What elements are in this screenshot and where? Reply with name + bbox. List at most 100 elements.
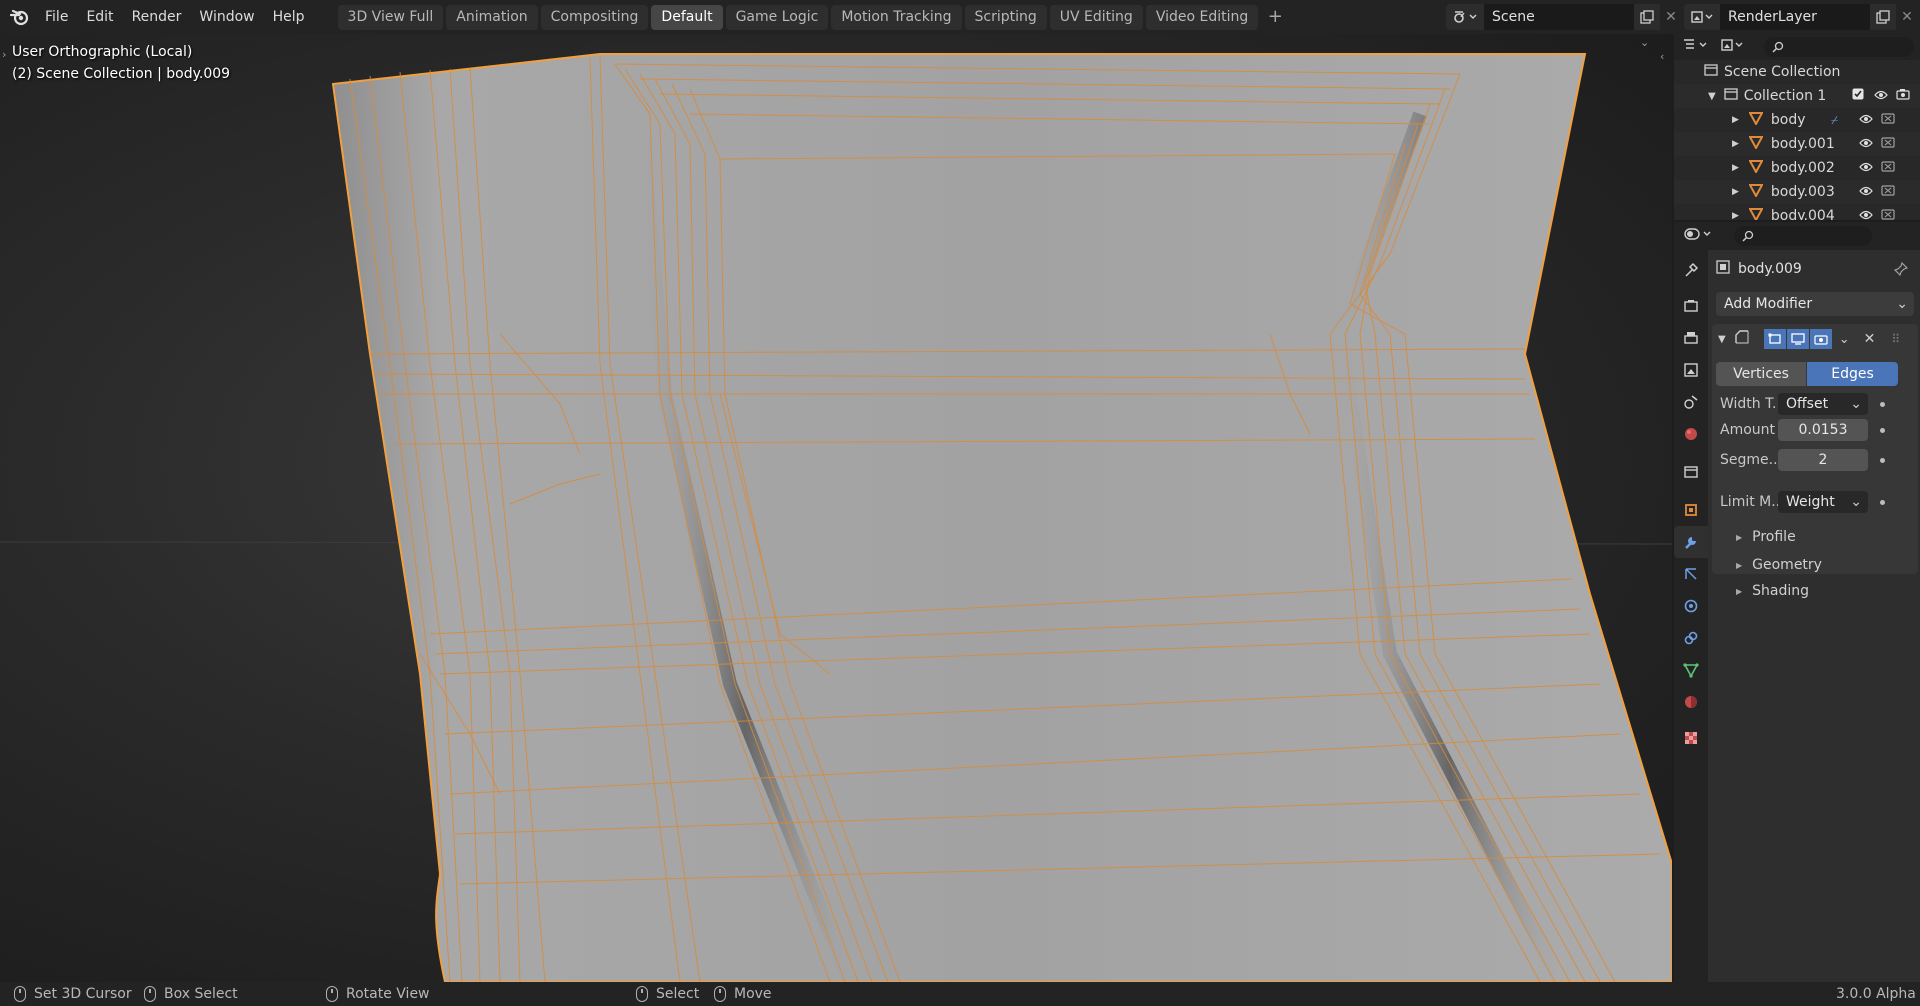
mesh-object[interactable] xyxy=(0,34,1672,982)
scene-name-field[interactable]: Scene xyxy=(1484,4,1634,30)
texture-tab-icon[interactable] xyxy=(1674,722,1708,754)
menu-render[interactable]: Render xyxy=(123,0,191,34)
camera-disabled-icon[interactable] xyxy=(1881,136,1895,152)
sidebar-toggle-icon[interactable]: ‹ xyxy=(1660,50,1664,63)
outliner-search-input[interactable] xyxy=(1764,37,1914,57)
collapse-arrow-icon[interactable]: ▼ xyxy=(1718,334,1726,345)
view-layer-tab-icon[interactable] xyxy=(1674,354,1708,386)
outliner-editor-type-icon[interactable] xyxy=(1682,37,1714,57)
camera-icon[interactable] xyxy=(1896,88,1910,104)
width-type-dropdown[interactable]: Offset ⌄ xyxy=(1778,393,1868,415)
keyframe-dot-icon[interactable] xyxy=(1880,401,1885,407)
tab-uv-editing[interactable]: UV Editing xyxy=(1049,4,1143,30)
modifier-menu-chevron-icon[interactable]: ⌄ xyxy=(1839,332,1850,347)
render-layer-browse-icon[interactable] xyxy=(1684,4,1720,30)
scene-tab-icon[interactable] xyxy=(1674,386,1708,418)
exclude-checkbox[interactable] xyxy=(1852,88,1864,104)
viewport-toggle-icon[interactable] xyxy=(1786,329,1809,349)
tab-game-logic[interactable]: Game Logic xyxy=(725,4,829,30)
new-scene-icon[interactable] xyxy=(1634,4,1660,30)
affect-vertices-button[interactable]: Vertices xyxy=(1716,362,1806,386)
menu-file[interactable]: File xyxy=(36,0,77,34)
world-tab-icon[interactable] xyxy=(1674,418,1708,450)
outliner-row-object[interactable]: ▶ body.003 xyxy=(1674,180,1920,204)
eye-icon[interactable] xyxy=(1859,184,1873,200)
outliner-row-object[interactable]: ▶ body.004 xyxy=(1674,204,1920,220)
eye-icon[interactable] xyxy=(1859,112,1873,128)
add-modifier-dropdown[interactable]: Add Modifier ⌄ xyxy=(1716,292,1914,316)
blender-logo-icon[interactable] xyxy=(4,0,36,34)
tab-3d-view-full[interactable]: 3D View Full xyxy=(337,4,444,30)
tab-default[interactable]: Default xyxy=(651,4,723,30)
camera-disabled-icon[interactable] xyxy=(1881,112,1895,128)
profile-subpanel[interactable]: ▶ Profile xyxy=(1736,526,1796,548)
properties-search-input[interactable] xyxy=(1734,226,1872,246)
tab-compositing[interactable]: Compositing xyxy=(540,4,649,30)
tab-scripting[interactable]: Scripting xyxy=(964,4,1047,30)
collection-tab-icon[interactable] xyxy=(1674,456,1708,488)
3d-viewport[interactable]: User Orthographic (Local) (2) Scene Coll… xyxy=(0,34,1672,982)
segments-field[interactable]: 2 xyxy=(1778,449,1868,471)
render-tab-icon[interactable] xyxy=(1674,290,1708,322)
drag-handle-icon[interactable]: ⠿ xyxy=(1891,332,1900,346)
tab-motion-tracking[interactable]: Motion Tracking xyxy=(831,4,962,30)
properties-header xyxy=(1674,222,1920,250)
viewport-collapse-icon[interactable]: ⌄ xyxy=(1640,36,1649,49)
display-mode-icon[interactable] xyxy=(1720,37,1750,57)
keyframe-dot-icon[interactable] xyxy=(1880,499,1885,505)
tab-video-editing[interactable]: Video Editing xyxy=(1145,4,1259,30)
camera-disabled-icon[interactable] xyxy=(1881,184,1895,200)
eye-icon[interactable] xyxy=(1859,208,1873,220)
new-render-layer-icon[interactable] xyxy=(1870,4,1896,30)
limit-method-dropdown[interactable]: Weight ⌄ xyxy=(1778,491,1868,513)
keyframe-dot-icon[interactable] xyxy=(1880,457,1885,463)
camera-disabled-icon[interactable] xyxy=(1881,160,1895,176)
edit-mode-toggle-icon[interactable] xyxy=(1763,329,1786,349)
remove-modifier-icon[interactable]: ✕ xyxy=(1864,331,1876,347)
menu-edit[interactable]: Edit xyxy=(77,0,122,34)
expand-arrow-icon[interactable]: ▶ xyxy=(1732,115,1739,125)
add-workspace-button[interactable]: + xyxy=(1263,5,1287,30)
expand-arrow-icon[interactable]: ▶ xyxy=(1732,211,1739,220)
outliner-row-object[interactable]: ▶ body.001 xyxy=(1674,132,1920,156)
menu-help[interactable]: Help xyxy=(264,0,314,34)
object-tab-icon[interactable] xyxy=(1674,494,1708,526)
status-move: Move xyxy=(714,982,772,1006)
camera-disabled-icon[interactable] xyxy=(1881,208,1895,220)
expand-arrow-icon[interactable]: ▶ xyxy=(1732,139,1739,149)
constraints-tab-icon[interactable] xyxy=(1674,622,1708,654)
physics-tab-icon[interactable] xyxy=(1674,590,1708,622)
outliner-row-object[interactable]: ▶ body.002 xyxy=(1674,156,1920,180)
outliner-row-scene-collection[interactable]: Scene Collection xyxy=(1674,60,1920,84)
modifier-tab-icon[interactable] xyxy=(1674,526,1708,558)
properties-editor-type-icon[interactable] xyxy=(1684,226,1716,246)
menu-window[interactable]: Window xyxy=(190,0,263,34)
tool-tab-icon[interactable] xyxy=(1674,254,1708,286)
tab-animation[interactable]: Animation xyxy=(446,4,538,30)
delete-scene-icon[interactable]: ✕ xyxy=(1660,4,1682,30)
scene-browse-icon[interactable] xyxy=(1446,4,1484,30)
material-tab-icon[interactable] xyxy=(1674,686,1708,718)
keyframe-dot-icon[interactable] xyxy=(1880,427,1885,433)
geometry-subpanel[interactable]: ▶ Geometry xyxy=(1736,554,1822,576)
eye-icon[interactable] xyxy=(1873,88,1888,104)
pin-icon[interactable] xyxy=(1893,261,1909,280)
eye-icon[interactable] xyxy=(1859,136,1873,152)
outliner-row-object[interactable]: ▶ body ⌿ xyxy=(1674,108,1920,132)
amount-field[interactable]: 0.0153 xyxy=(1778,419,1868,441)
outliner-row-collection[interactable]: ▼ Collection 1 xyxy=(1674,84,1920,108)
eye-icon[interactable] xyxy=(1859,160,1873,176)
expand-arrow-icon[interactable]: ▶ xyxy=(1732,187,1739,197)
expand-arrow-icon[interactable]: ▶ xyxy=(1732,163,1739,173)
delete-render-layer-icon[interactable]: ✕ xyxy=(1896,4,1918,30)
data-tab-icon[interactable] xyxy=(1674,654,1708,686)
shading-subpanel[interactable]: ▶ Shading xyxy=(1736,580,1809,602)
render-layer-name-field[interactable]: RenderLayer xyxy=(1720,4,1870,30)
expand-arrow-icon[interactable]: ▼ xyxy=(1708,91,1716,102)
output-tab-icon[interactable] xyxy=(1674,322,1708,354)
affect-edges-button[interactable]: Edges xyxy=(1807,362,1898,386)
toolbar-toggle-icon[interactable]: › xyxy=(2,48,6,61)
status-box-select: Box Select xyxy=(144,982,238,1006)
render-toggle-icon[interactable] xyxy=(1809,329,1832,349)
particles-tab-icon[interactable] xyxy=(1674,558,1708,590)
